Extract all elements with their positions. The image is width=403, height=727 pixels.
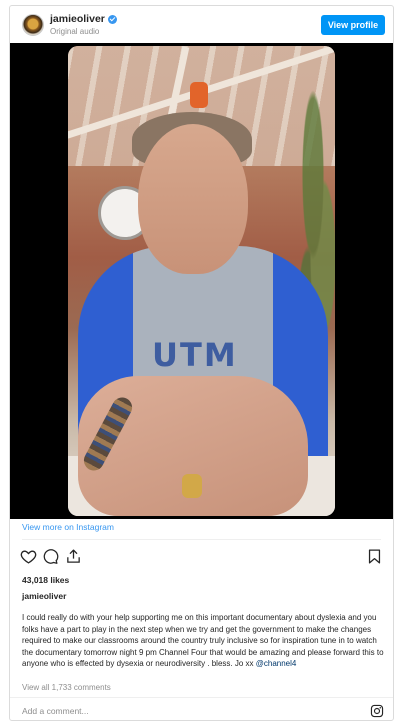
view-more-link[interactable]: View more on Instagram [22, 522, 114, 532]
post-header: jamieoliver Original audio View profile [10, 6, 393, 44]
view-profile-button[interactable]: View profile [321, 15, 385, 35]
caption-username[interactable]: jamieoliver [22, 591, 66, 601]
avatar[interactable] [22, 14, 44, 36]
video-frame: UTM [68, 46, 335, 516]
divider [10, 697, 393, 698]
verified-icon [107, 14, 117, 24]
caption-mention[interactable]: @channel4 [256, 659, 297, 668]
lantern [190, 82, 208, 108]
username-row: jamieoliver [50, 13, 117, 25]
heart-icon[interactable] [20, 548, 37, 565]
person-head [138, 124, 248, 274]
divider [22, 539, 381, 540]
action-bar [10, 546, 393, 568]
ring [182, 474, 202, 498]
caption-text: I could really do with your help support… [22, 612, 387, 670]
view-comments-link[interactable]: View all 1,733 comments [22, 683, 111, 692]
bookmark-icon[interactable] [366, 548, 383, 565]
user-info: jamieoliver Original audio [50, 13, 117, 36]
comment-input[interactable] [22, 702, 342, 720]
shirt-text: UTM [152, 336, 238, 374]
video-player[interactable]: UTM [10, 43, 393, 519]
likes-count[interactable]: 43,018 likes [22, 575, 69, 585]
audio-label[interactable]: Original audio [50, 27, 117, 36]
share-icon[interactable] [65, 548, 82, 565]
instagram-icon[interactable] [370, 704, 384, 718]
username[interactable]: jamieoliver [50, 13, 105, 25]
instagram-embed: jamieoliver Original audio View profile … [9, 5, 394, 721]
comment-bubble-icon[interactable] [42, 548, 59, 565]
caption-body: I could really do with your help support… [22, 613, 384, 668]
